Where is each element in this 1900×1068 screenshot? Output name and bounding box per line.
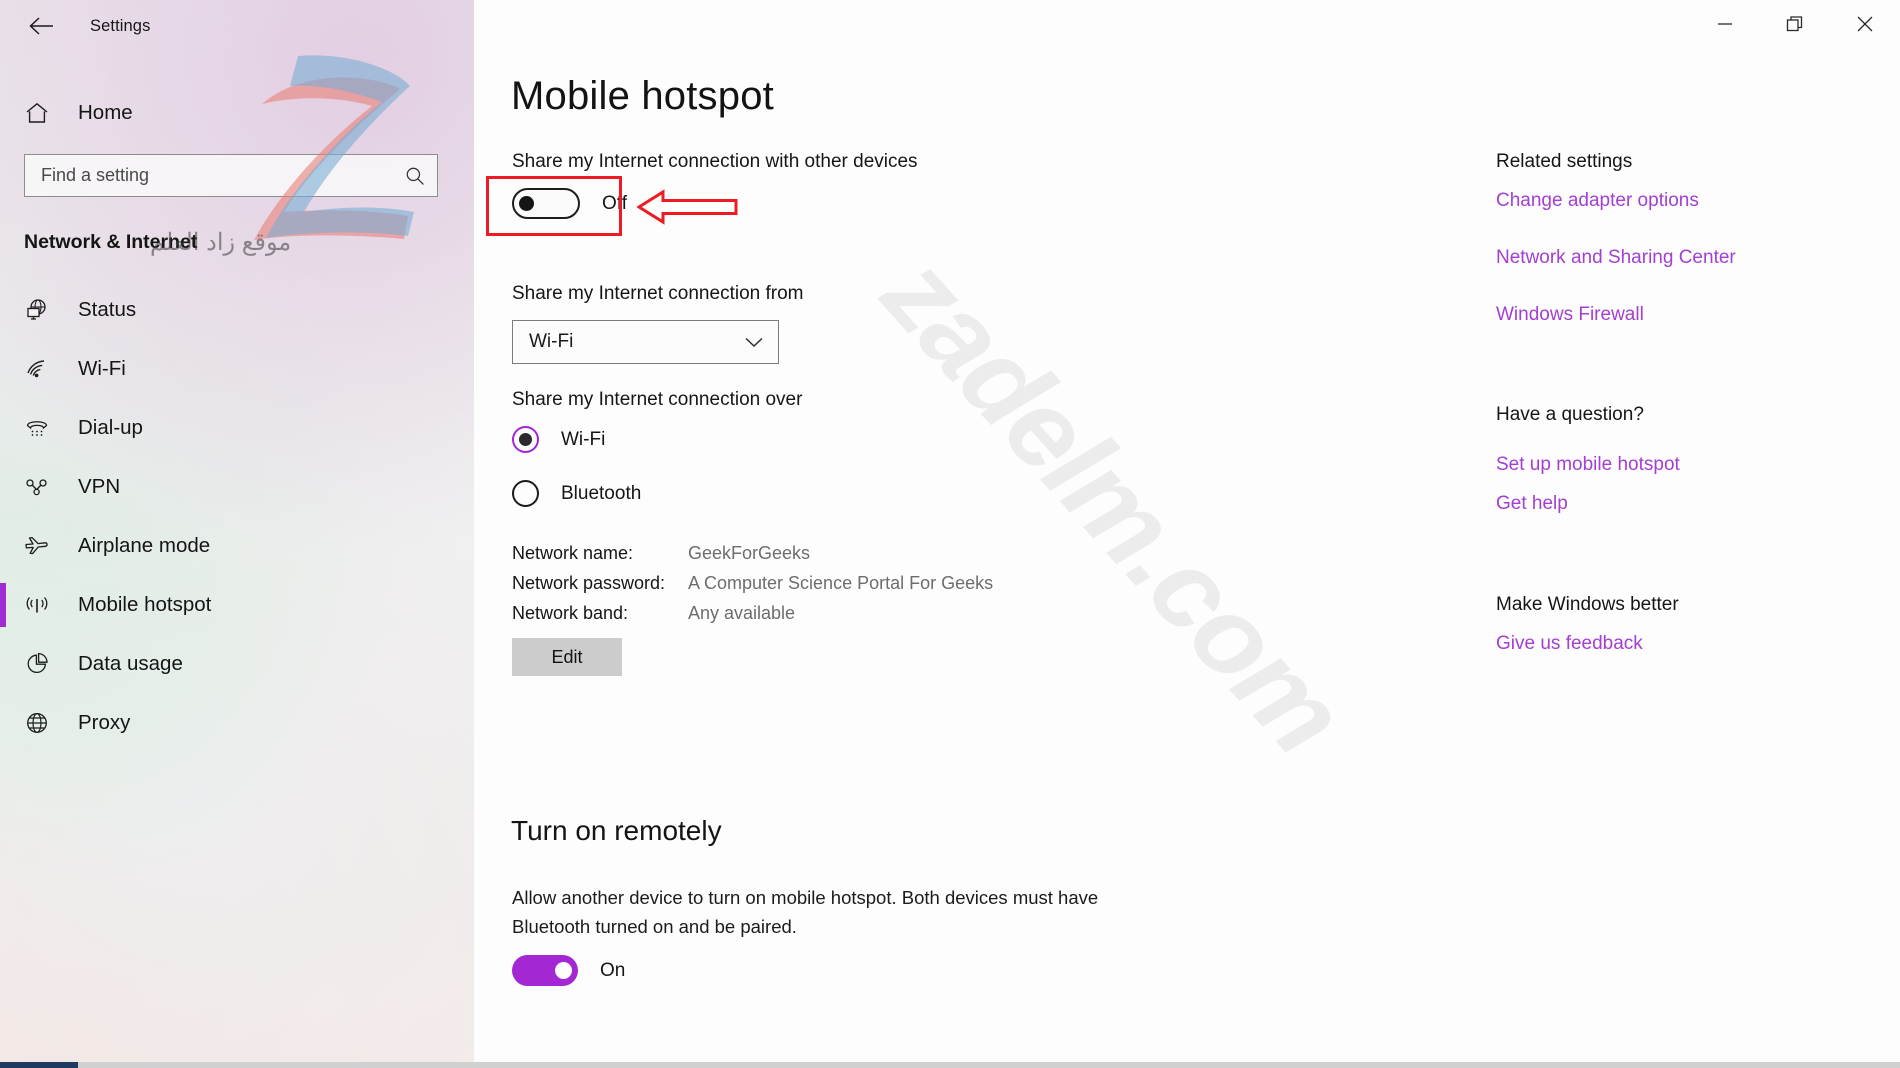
- detail-row: Network band: Any available: [512, 598, 993, 628]
- sidebar-item-airplane-mode[interactable]: Airplane mode: [0, 516, 474, 575]
- sidebar: Settings Home Network & Internet: [0, 0, 474, 1068]
- vpn-key-icon: [24, 477, 50, 497]
- main-content: Mobile hotspot Share my Internet connect…: [474, 0, 1900, 1068]
- annotation-arrow-icon: [636, 188, 739, 226]
- turn-on-remotely-toggle[interactable]: On: [512, 955, 625, 986]
- share-connection-label: Share my Internet connection with other …: [512, 151, 918, 172]
- toggle-knob: [519, 196, 534, 211]
- minimize-icon[interactable]: [1690, 0, 1760, 48]
- taskbar-sliver: [0, 1062, 78, 1068]
- link-network-and-sharing-center[interactable]: Network and Sharing Center: [1496, 247, 1736, 269]
- edit-button[interactable]: Edit: [512, 638, 622, 676]
- sidebar-item-data-usage[interactable]: Data usage: [0, 634, 474, 693]
- link-give-us-feedback[interactable]: Give us feedback: [1496, 633, 1643, 655]
- sidebar-item-label: Mobile hotspot: [78, 592, 212, 616]
- window-controls: [1690, 0, 1900, 48]
- detail-row: Network name: GeekForGeeks: [512, 538, 993, 568]
- radio-label: Wi-Fi: [561, 428, 606, 450]
- share-connection-toggle[interactable]: Off: [512, 188, 627, 219]
- toggle-state-label: Off: [602, 192, 627, 214]
- z-logo-watermark: [232, 34, 432, 264]
- toggle-switch-on[interactable]: [512, 955, 578, 986]
- share-from-dropdown[interactable]: Wi-Fi: [512, 320, 779, 364]
- detail-value: GeekForGeeks: [688, 542, 811, 563]
- search-icon[interactable]: [405, 166, 425, 186]
- globe-monitor-icon: [24, 298, 50, 322]
- link-change-adapter-options[interactable]: Change adapter options: [1496, 190, 1699, 212]
- settings-window: Settings Home Network & Internet: [0, 0, 1900, 1068]
- sidebar-item-home[interactable]: Home: [0, 86, 474, 140]
- back-arrow-icon[interactable]: [18, 6, 64, 46]
- radio-button-bluetooth[interactable]: [512, 480, 539, 507]
- search-input[interactable]: [41, 165, 405, 186]
- detail-value: A Computer Science Portal For Geeks: [688, 572, 994, 593]
- sidebar-item-label: Home: [78, 101, 133, 124]
- sidebar-item-label: Dial-up: [78, 415, 143, 439]
- sidebar-item-label: Wi-Fi: [78, 356, 126, 380]
- toggle-switch-off[interactable]: [512, 188, 580, 219]
- sidebar-item-wifi[interactable]: Wi-Fi: [0, 339, 474, 398]
- app-title: Settings: [90, 16, 151, 35]
- pie-chart-icon: [24, 652, 50, 676]
- window-bottom-edge: [0, 1062, 1900, 1068]
- detail-key: Network name:: [512, 542, 634, 563]
- network-details: Network name: GeekForGeeks Network passw…: [512, 538, 993, 628]
- hotspot-icon: [24, 594, 50, 616]
- share-from-label: Share my Internet connection from: [512, 283, 804, 304]
- sidebar-item-label: Status: [78, 297, 137, 321]
- radio-button-wifi[interactable]: [512, 426, 539, 453]
- sidebar-item-mobile-hotspot[interactable]: Mobile hotspot: [0, 575, 474, 634]
- restore-icon[interactable]: [1760, 0, 1830, 48]
- sidebar-item-label: Proxy: [78, 710, 131, 734]
- share-over-label: Share my Internet connection over: [512, 389, 803, 410]
- have-a-question-heading: Have a question?: [1496, 404, 1644, 425]
- turn-on-remotely-title: Turn on remotely: [511, 815, 722, 846]
- radio-option-bluetooth[interactable]: Bluetooth: [512, 480, 641, 507]
- sidebar-item-label: Data usage: [78, 651, 183, 675]
- turn-on-remotely-description: Allow another device to turn on mobile h…: [512, 887, 1099, 937]
- link-windows-firewall[interactable]: Windows Firewall: [1496, 304, 1644, 326]
- airplane-icon: [24, 535, 50, 557]
- sidebar-item-proxy[interactable]: Proxy: [0, 693, 474, 752]
- diagonal-watermark-text: zadelm.com: [859, 231, 1369, 777]
- close-icon[interactable]: [1830, 0, 1900, 48]
- toggle-state-label: On: [600, 959, 626, 981]
- dialup-phone-icon: [24, 417, 50, 439]
- search-box[interactable]: [24, 154, 438, 197]
- home-icon: [24, 102, 50, 124]
- radio-label: Bluetooth: [561, 482, 642, 504]
- sidebar-nav-list: Status Wi-Fi Dial-up VPN Airplane mode M…: [0, 280, 474, 752]
- detail-value: Any available: [688, 602, 796, 623]
- chevron-down-icon: [744, 336, 764, 349]
- sidebar-category-title: Network & Internet: [24, 231, 198, 253]
- globe-icon: [24, 711, 50, 735]
- sidebar-item-status[interactable]: Status: [0, 280, 474, 339]
- sidebar-item-label: Airplane mode: [78, 533, 211, 557]
- page-title: Mobile hotspot: [511, 74, 774, 118]
- detail-key: Network password:: [512, 572, 666, 593]
- related-settings-heading: Related settings: [1496, 151, 1633, 172]
- radio-option-wifi[interactable]: Wi-Fi: [512, 426, 605, 453]
- make-windows-better-heading: Make Windows better: [1496, 594, 1679, 615]
- sidebar-item-dialup[interactable]: Dial-up: [0, 398, 474, 457]
- link-set-up-mobile-hotspot[interactable]: Set up mobile hotspot: [1496, 454, 1680, 476]
- sidebar-item-vpn[interactable]: VPN: [0, 457, 474, 516]
- wifi-icon: [24, 358, 50, 380]
- detail-row: Network password: A Computer Science Por…: [512, 568, 993, 598]
- sidebar-item-label: VPN: [78, 474, 121, 498]
- toggle-knob: [555, 962, 572, 979]
- dropdown-value: Wi-Fi: [529, 331, 574, 352]
- link-get-help[interactable]: Get help: [1496, 493, 1568, 515]
- sidebar-titlebar: Settings: [0, 0, 474, 52]
- detail-key: Network band:: [512, 602, 629, 623]
